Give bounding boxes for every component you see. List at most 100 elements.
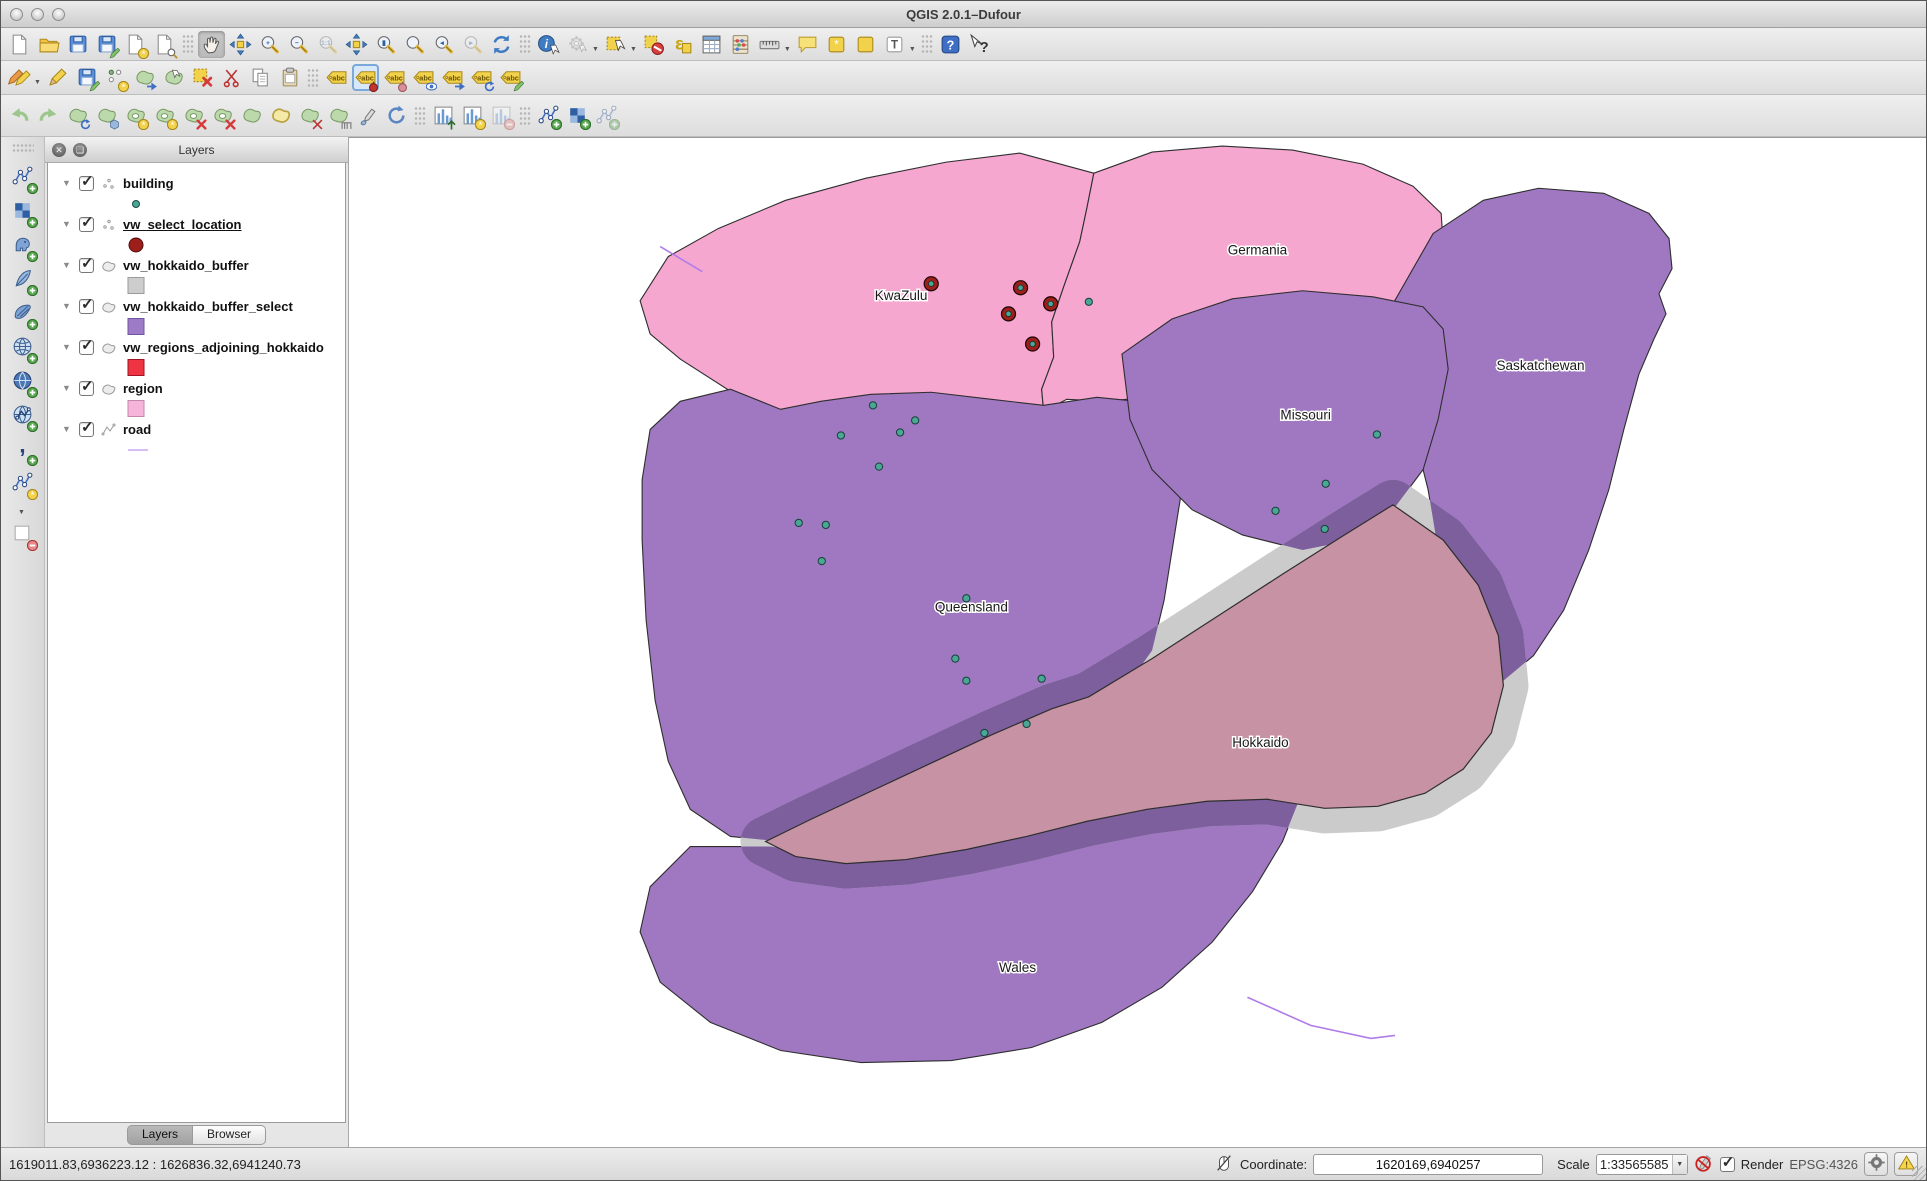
simplify-feature-button[interactable] bbox=[93, 102, 120, 129]
deselect-features-button[interactable] bbox=[640, 31, 667, 58]
layer-name[interactable]: vw_hokkaido_buffer_select bbox=[123, 299, 293, 314]
pin-unpin-labels-button[interactable]: abc bbox=[381, 64, 408, 91]
close-window-button[interactable] bbox=[10, 8, 23, 21]
zoom-actual-size-button[interactable]: 1:1 bbox=[314, 31, 341, 58]
run-feature-action-dropdown-arrow[interactable]: ▼ bbox=[592, 46, 599, 53]
new-bookmark-button[interactable]: * bbox=[823, 31, 850, 58]
node-tool-button[interactable] bbox=[160, 64, 187, 91]
add-delimited-text-layer-button[interactable]: , bbox=[8, 431, 38, 465]
layer-visibility-checkbox[interactable]: ✓ bbox=[79, 258, 94, 273]
save-layer-edits-button[interactable] bbox=[73, 64, 100, 91]
add-spatialite-layer-button[interactable] bbox=[8, 261, 38, 295]
layer-visibility-checkbox[interactable]: ✓ bbox=[79, 176, 94, 191]
layer-visibility-checkbox[interactable]: ✓ bbox=[79, 381, 94, 396]
coordinate-input[interactable]: 1620169,6940257 bbox=[1313, 1154, 1543, 1175]
new-memory-layer-button[interactable] bbox=[535, 102, 562, 129]
zoom-window-button[interactable] bbox=[52, 8, 65, 21]
chevron-down-icon[interactable]: ▼ bbox=[1672, 1155, 1687, 1174]
layer-item-vw_select_location[interactable]: ▼✓vw_select_location bbox=[48, 212, 345, 236]
zoom-full-extent-button[interactable] bbox=[343, 31, 370, 58]
layer-visibility-checkbox[interactable]: ✓ bbox=[79, 422, 94, 437]
save-project-as-button[interactable] bbox=[93, 31, 120, 58]
new-project-button[interactable] bbox=[6, 31, 33, 58]
add-wcs-layer-button[interactable] bbox=[8, 363, 38, 397]
rotate-feature-button[interactable] bbox=[64, 102, 91, 129]
tab-browser[interactable]: Browser bbox=[193, 1125, 266, 1145]
add-mssql-layer-button[interactable] bbox=[8, 295, 38, 329]
rotate-point-symbols-button[interactable] bbox=[383, 102, 410, 129]
toggle-editing-button[interactable] bbox=[44, 64, 71, 91]
help-contents-button[interactable]: ? bbox=[937, 31, 964, 58]
pan-to-selection-button[interactable] bbox=[227, 31, 254, 58]
paste-features-button[interactable] bbox=[276, 64, 303, 91]
open-attribute-table-button[interactable] bbox=[698, 31, 725, 58]
toolbar-drag-handle[interactable] bbox=[12, 143, 34, 153]
map-canvas[interactable]: KwaZuluGermaniaSaskatchewanMissouriQueen… bbox=[349, 137, 1926, 1147]
cut-features-button[interactable] bbox=[218, 64, 245, 91]
coordinate-toggle-icon[interactable] bbox=[1214, 1153, 1234, 1176]
expand-triangle-icon[interactable]: ▼ bbox=[62, 424, 72, 434]
layer-item-region[interactable]: ▼ ✓ region bbox=[48, 376, 345, 400]
pan-map-button[interactable] bbox=[198, 31, 225, 58]
crs-status-button[interactable] bbox=[1864, 1152, 1888, 1176]
measure-line-button[interactable] bbox=[756, 31, 783, 58]
identify-features-button[interactable]: i bbox=[535, 31, 562, 58]
add-postgis-layer-button[interactable] bbox=[8, 227, 38, 261]
whats-this-button[interactable]: ? bbox=[966, 31, 993, 58]
show-bookmarks-button[interactable] bbox=[852, 31, 879, 58]
zoom-to-layer-button[interactable] bbox=[401, 31, 428, 58]
add-wms-layer-button[interactable] bbox=[8, 329, 38, 363]
text-annotation-button[interactable]: T bbox=[881, 31, 908, 58]
delete-part-button[interactable] bbox=[209, 102, 236, 129]
map-tips-button[interactable] bbox=[794, 31, 821, 58]
add-vector-layer-button[interactable] bbox=[8, 159, 38, 193]
run-feature-action-button[interactable] bbox=[564, 31, 591, 58]
field-calculator-button[interactable] bbox=[727, 31, 754, 58]
scale-combobox[interactable]: 1:33565585 ▼ bbox=[1596, 1154, 1688, 1175]
measure-line-dropdown-arrow[interactable]: ▼ bbox=[784, 46, 791, 53]
zoom-to-selection-button[interactable]: ▮ bbox=[372, 31, 399, 58]
undo-button[interactable] bbox=[6, 102, 33, 129]
move-label-button[interactable]: abc bbox=[439, 64, 466, 91]
new-raster-layer-button[interactable] bbox=[564, 102, 591, 129]
expand-triangle-icon[interactable]: ▼ bbox=[62, 219, 72, 229]
layer-name[interactable]: vw_hokkaido_buffer bbox=[123, 258, 249, 273]
delete-selected-button[interactable] bbox=[189, 64, 216, 91]
layer-name[interactable]: building bbox=[123, 176, 174, 191]
layer-name[interactable]: region bbox=[123, 381, 163, 396]
resize-grip[interactable] bbox=[1912, 1166, 1926, 1180]
add-ring-button[interactable]: * bbox=[122, 102, 149, 129]
render-checkbox[interactable]: ✓ bbox=[1720, 1157, 1735, 1172]
redo-button[interactable] bbox=[35, 102, 62, 129]
current-edits-button[interactable] bbox=[6, 64, 33, 91]
select-features-button[interactable] bbox=[602, 31, 629, 58]
raster-full-stretch-button[interactable]: * bbox=[459, 102, 486, 129]
zoom-next-button[interactable]: ▸ bbox=[459, 31, 486, 58]
raster-local-stretch-button[interactable] bbox=[430, 102, 457, 129]
add-feature-button[interactable]: * bbox=[102, 64, 129, 91]
offset-curve-button[interactable] bbox=[267, 102, 294, 129]
layer-visibility-checkbox[interactable]: ✓ bbox=[79, 340, 94, 355]
text-annotation-dropdown-arrow[interactable]: ▼ bbox=[909, 46, 916, 53]
change-label-properties-button[interactable]: abc bbox=[497, 64, 524, 91]
select-by-expression-button[interactable]: ε bbox=[669, 31, 696, 58]
tab-layers[interactable]: Layers bbox=[127, 1125, 193, 1145]
rotate-label-button[interactable]: abc bbox=[468, 64, 495, 91]
layer-labeling-options-button[interactable]: abc bbox=[323, 64, 350, 91]
move-feature-button[interactable] bbox=[131, 64, 158, 91]
fill-ring-button[interactable]: * bbox=[151, 102, 178, 129]
composer-manager-button[interactable] bbox=[151, 31, 178, 58]
expand-triangle-icon[interactable]: ▼ bbox=[62, 383, 72, 393]
save-project-button[interactable] bbox=[64, 31, 91, 58]
layer-visibility-checkbox[interactable]: ✓ bbox=[79, 217, 94, 232]
remove-layer-button[interactable] bbox=[8, 516, 38, 550]
expand-triangle-icon[interactable]: ▼ bbox=[62, 178, 72, 188]
copy-features-button[interactable] bbox=[247, 64, 274, 91]
new-print-composer-button[interactable]: * bbox=[122, 31, 149, 58]
layer-item-building[interactable]: ▼ ✓ building bbox=[48, 171, 345, 195]
layer-name[interactable]: road bbox=[123, 422, 151, 437]
select-features-dropdown-arrow[interactable]: ▼ bbox=[630, 46, 637, 53]
layer-item-road[interactable]: ▼ ✓ road bbox=[48, 417, 345, 441]
add-raster-layer-button[interactable] bbox=[8, 193, 38, 227]
new-vector-layer-button[interactable] bbox=[593, 102, 620, 129]
